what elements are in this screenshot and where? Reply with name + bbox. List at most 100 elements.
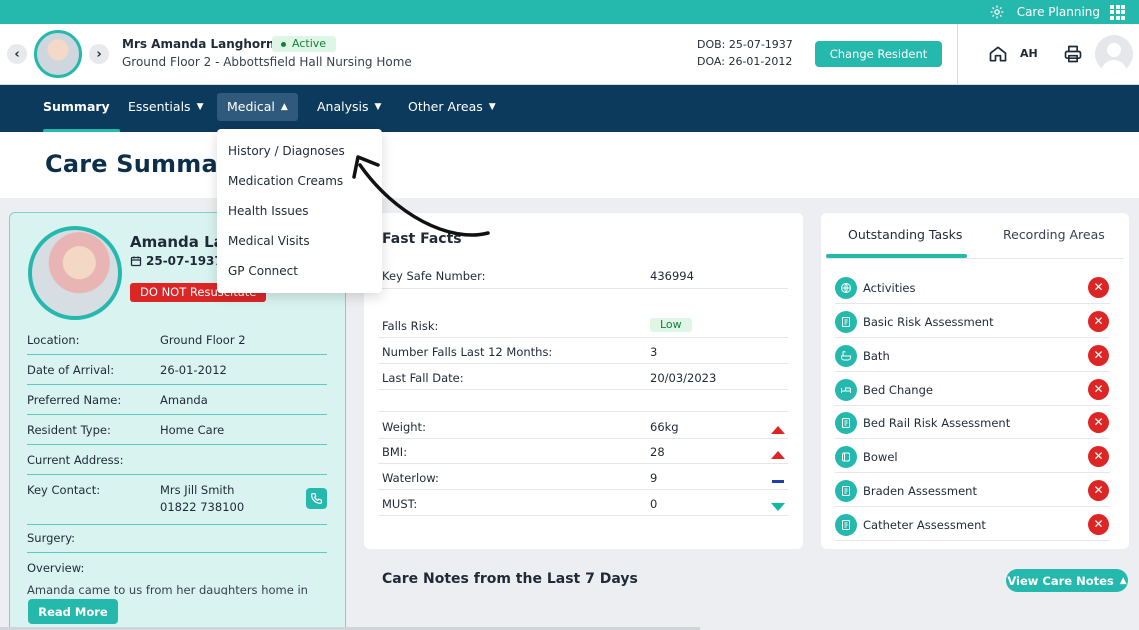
close-icon[interactable]: ✕ [1088,277,1109,298]
fact-row-last-fall: Last Fall Date: 20/03/2023 [378,371,788,391]
fact-key: Falls Risk: [382,319,439,333]
close-icon[interactable]: ✕ [1088,379,1109,400]
assessment-icon [835,311,857,333]
task-basic-risk-assessment[interactable]: Basic Risk Assessment ✕ [835,305,1110,338]
task-bed-change[interactable]: Bed Change ✕ [835,373,1110,406]
call-contact-button[interactable] [306,488,327,509]
task-catheter-assessment[interactable]: Catheter Assessment ✕ [835,508,1110,541]
resident-header: ‹ › Mrs Amanda Langhorn Active Ground Fl… [0,24,1139,85]
card-resident-dob: 25-07-1937 [130,254,223,268]
fact-value: 66kg [650,420,679,434]
close-icon[interactable]: ✕ [1088,480,1109,501]
nav-essentials[interactable]: Essentials ▼ [118,93,213,121]
fact-row-weight: Weight: 66kg [378,420,788,440]
chevron-down-icon: ▼ [374,102,382,112]
fact-value: 28 [650,445,665,459]
user-initials[interactable]: AH [1020,47,1038,60]
nav-summary[interactable]: Summary [33,93,120,133]
view-care-notes-button[interactable]: View Care Notes ▲ [1006,569,1128,592]
detail-key: Date of Arrival: [27,363,115,377]
menu-item-gp-connect[interactable]: GP Connect [217,256,382,286]
trend-up-icon [771,423,785,437]
detail-key: Resident Type: [27,423,111,437]
fact-row-falls-12-months: Number Falls Last 12 Months: 3 [378,345,788,365]
fact-key: Key Safe Number: [382,269,486,283]
row-divider [378,411,788,412]
row-divider [378,389,788,390]
fact-row-falls-risk: Falls Risk: [378,319,788,339]
task-label: Braden Assessment [863,484,977,498]
row-divider [27,524,327,525]
detail-key: Location: [27,333,80,347]
nav-analysis-label: Analysis [317,99,369,114]
task-label: Bed Rail Risk Assessment [863,416,1011,430]
fact-value: 20/03/2023 [650,371,717,385]
task-label: Bed Change [863,383,933,397]
status-badge: Active [272,36,337,52]
close-icon[interactable]: ✕ [1088,514,1109,535]
nav-analysis[interactable]: Analysis ▼ [307,93,391,121]
read-more-button[interactable]: Read More [28,599,118,624]
row-divider [835,438,1110,439]
fact-key: Number Falls Last 12 Months: [382,345,553,359]
resident-photo [28,226,122,320]
task-bed-rail-risk-assessment[interactable]: Bed Rail Risk Assessment ✕ [835,406,1110,439]
close-icon[interactable]: ✕ [1088,311,1109,332]
detail-key: Surgery: [27,531,76,545]
assessment-icon [835,412,857,434]
falls-risk-badge: Low [650,318,692,332]
row-divider [378,438,788,439]
detail-value: Home Care [160,423,225,437]
task-bowel[interactable]: Bowel ✕ [835,440,1110,473]
close-icon[interactable]: ✕ [1088,345,1109,366]
next-resident-button[interactable]: › [89,44,109,64]
row-divider [27,414,327,415]
previous-resident-button[interactable]: ‹ [7,44,27,64]
task-bath[interactable]: Bath ✕ [835,339,1110,372]
trend-down-icon [771,500,785,514]
task-activities[interactable]: Activities ✕ [835,271,1110,304]
bed-icon [835,379,857,401]
gear-icon[interactable] [989,4,1005,20]
printer-icon[interactable] [1063,44,1083,64]
detail-key: Overview: [27,561,85,575]
change-resident-button[interactable]: Change Resident [815,41,942,67]
task-label: Catheter Assessment [863,518,986,532]
fact-value: 3 [650,345,658,359]
care-planning-label[interactable]: Care Planning [1017,5,1100,19]
detail-value: Amanda [160,393,208,407]
tab-recording-areas[interactable]: Recording Areas [1003,227,1105,242]
chevron-up-icon: ▲ [1119,575,1127,586]
phone-icon [311,493,322,504]
nav-medical[interactable]: Medical ▲ [217,93,298,121]
bath-icon [835,345,857,367]
tasks-card: Outstanding Tasks Recording Areas Activi… [821,213,1129,549]
chevron-down-icon: ▼ [196,102,204,112]
row-divider [27,384,327,385]
activities-icon [835,277,857,299]
row-divider [835,506,1110,507]
nav-other-areas[interactable]: Other Areas ▼ [398,93,506,121]
card-dob-value: 25-07-1937 [146,254,223,268]
fact-key: MUST: [382,497,418,511]
home-icon[interactable] [988,44,1008,64]
close-icon[interactable]: ✕ [1088,446,1109,467]
resident-avatar [34,30,82,78]
fact-key: Waterlow: [382,471,439,485]
task-braden-assessment[interactable]: Braden Assessment ✕ [835,474,1110,507]
apps-grid-icon[interactable] [1110,4,1125,20]
user-avatar[interactable] [1095,35,1133,73]
tab-outstanding-tasks[interactable]: Outstanding Tasks [848,227,962,242]
overview-text: Amanda came to us from her daughters hom… [27,583,308,595]
task-label: Basic Risk Assessment [863,315,994,329]
resident-doa: DOA: 26-01-2012 [697,55,793,68]
annotation-arrow-icon [352,155,490,237]
row-divider [27,552,327,553]
fact-key: Last Fall Date: [382,371,464,385]
fact-value: 0 [650,497,658,511]
nav-medical-label: Medical [227,99,275,114]
close-icon[interactable]: ✕ [1088,412,1109,433]
detail-key: Preferred Name: [27,393,122,407]
view-care-notes-label: View Care Notes [1007,573,1114,588]
row-divider [378,463,788,464]
